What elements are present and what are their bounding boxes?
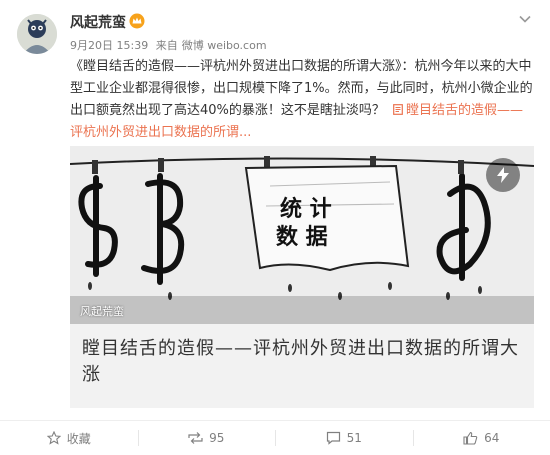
flash-icon[interactable]	[486, 158, 520, 192]
thumbs-up-icon	[463, 431, 478, 445]
favorite-label: 收藏	[67, 430, 91, 447]
favorite-button[interactable]: 收藏	[0, 421, 138, 455]
article-link-icon	[393, 104, 403, 115]
action-bar: 收藏 95 51 64	[0, 420, 550, 455]
svg-text:统 计: 统 计	[280, 196, 332, 222]
lightning-icon	[496, 167, 510, 183]
repost-icon	[188, 431, 203, 445]
repost-count: 95	[209, 431, 224, 445]
avatar[interactable]	[17, 14, 57, 54]
avatar-image	[17, 14, 57, 54]
article-card[interactable]: 统 计 数 据 风起荒蛮 瞠	[70, 146, 534, 408]
comment-icon	[326, 431, 341, 445]
repost-button[interactable]: 95	[138, 421, 276, 455]
like-button[interactable]: 64	[413, 421, 550, 455]
chevron-down-icon[interactable]	[518, 12, 532, 26]
article-cover-image: 统 计 数 据 风起荒蛮	[70, 146, 534, 324]
article-title[interactable]: 瞠目结舌的造假——评杭州外贸进出口数据的所谓大涨	[82, 336, 522, 388]
star-icon	[47, 431, 61, 445]
comment-button[interactable]: 51	[275, 421, 413, 455]
cartoon-illustration: 统 计 数 据	[70, 146, 534, 324]
image-watermark: 风起荒蛮	[80, 303, 124, 319]
post-meta: 9月20日 15:39 来自微博 weibo.com	[70, 37, 271, 53]
post-time[interactable]: 9月20日 15:39	[70, 39, 148, 52]
post-source[interactable]: 微博 weibo.com	[182, 39, 267, 52]
source-prefix: 来自	[156, 39, 178, 52]
comment-count: 51	[347, 431, 362, 445]
username[interactable]: 风起荒蛮	[70, 12, 126, 32]
weibo-post-card: 风起荒蛮 9月20日 15:39 来自微博 weibo.com 《瞠目结舌的造假…	[0, 0, 550, 454]
like-count: 64	[484, 431, 499, 445]
svg-text:数 据: 数 据	[276, 224, 328, 250]
vip-crown-icon[interactable]	[129, 13, 145, 29]
post-text: 《瞠目结舌的造假——评杭州外贸进出口数据的所谓大涨》：杭州今年以来的大中型工业企…	[70, 56, 534, 144]
